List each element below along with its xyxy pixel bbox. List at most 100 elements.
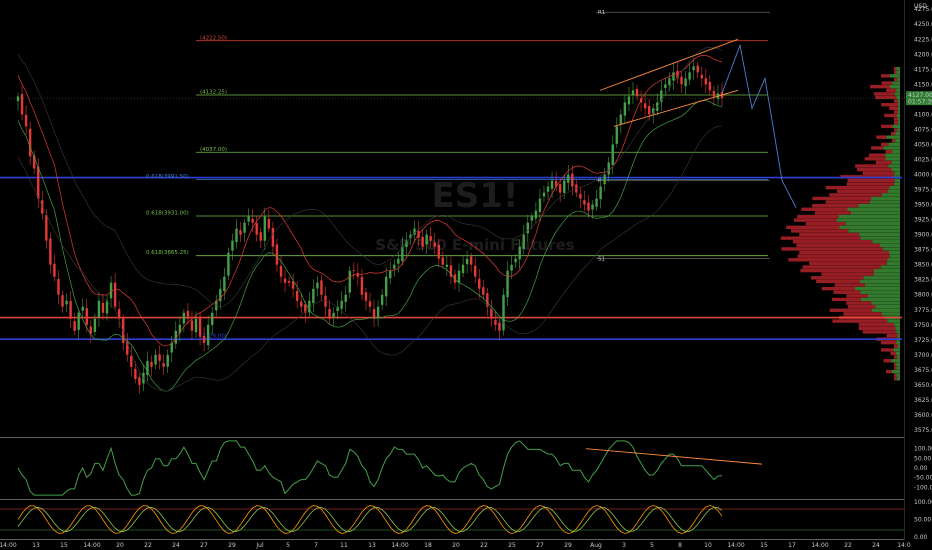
time-tick-label: 13 bbox=[32, 542, 40, 549]
volume-profile-bar bbox=[886, 333, 898, 338]
candle-body bbox=[202, 336, 206, 343]
volume-profile-bar bbox=[897, 113, 900, 118]
volume-profile-bar bbox=[893, 348, 900, 352]
time-tick-label: 29 bbox=[564, 542, 572, 549]
volume-profile-bar bbox=[888, 164, 900, 168]
volume-profile-bar bbox=[894, 322, 900, 327]
candle-body bbox=[344, 294, 347, 302]
volume-profile-bar bbox=[880, 124, 893, 129]
time-tick-label: 15 bbox=[60, 542, 68, 549]
candle-body bbox=[211, 312, 214, 325]
volume-profile-bar bbox=[881, 348, 894, 352]
volume-profile-bar bbox=[851, 211, 900, 215]
candle-body bbox=[65, 300, 68, 305]
volume-profile-bar bbox=[843, 312, 882, 316]
volume-profile-bar bbox=[796, 243, 880, 248]
volume-profile-bar bbox=[896, 88, 900, 92]
volume-profile-bar bbox=[895, 139, 900, 143]
price-tick-label: 4200.00 bbox=[914, 51, 932, 58]
volume-profile-bar bbox=[897, 77, 900, 82]
candle-body bbox=[635, 88, 639, 97]
candle-body bbox=[550, 180, 554, 189]
volume-profile-bar bbox=[885, 157, 900, 161]
volume-profile-bar bbox=[887, 189, 900, 193]
candle-body bbox=[117, 309, 121, 319]
volume-profile-bar bbox=[814, 211, 852, 215]
candle-body bbox=[69, 301, 72, 319]
volume-profile-bar bbox=[859, 232, 900, 237]
volume-profile-bar bbox=[846, 301, 872, 305]
price-tick-label: 4175.00 bbox=[914, 66, 932, 73]
candle-body bbox=[380, 294, 384, 305]
volume-profile-bar bbox=[894, 171, 900, 175]
price-tick-label: 3700.00 bbox=[914, 352, 932, 359]
candle-body bbox=[49, 238, 52, 265]
candle-body bbox=[279, 265, 283, 277]
volume-profile-bar bbox=[881, 74, 890, 78]
candle-body bbox=[332, 312, 335, 318]
candle-body bbox=[190, 320, 194, 331]
price-tick-label: 3950.00 bbox=[914, 202, 932, 209]
candle-body bbox=[61, 295, 64, 307]
volume-profile-bar bbox=[896, 70, 900, 74]
volume-profile-bar bbox=[889, 185, 900, 190]
level-label: 0.618(3931.00) bbox=[146, 210, 189, 216]
volume-profile-bar bbox=[892, 81, 900, 85]
volume-profile-bar bbox=[887, 258, 900, 262]
volume-profile-bar bbox=[896, 366, 900, 370]
time-tick-label: 14:00 bbox=[811, 542, 828, 549]
candle-body bbox=[28, 128, 32, 157]
candle-body bbox=[219, 288, 222, 302]
price-tick-label: 3650.00 bbox=[914, 382, 932, 389]
volume-profile-bar bbox=[797, 254, 890, 258]
candle-body bbox=[316, 282, 319, 289]
candle-body bbox=[182, 312, 186, 324]
volume-profile-bar bbox=[892, 124, 900, 129]
candle-body bbox=[368, 301, 372, 307]
candle-body bbox=[134, 368, 137, 379]
volume-profile-bar bbox=[894, 117, 898, 121]
time-tick-label: 27 bbox=[200, 542, 208, 549]
volume-profile-bar bbox=[886, 135, 900, 139]
time-tick-label: 14:00 bbox=[83, 542, 100, 549]
volume-profile-bar bbox=[897, 128, 900, 132]
volume-profile-bar bbox=[898, 99, 900, 103]
candle-body bbox=[546, 186, 550, 192]
time-tick-label: 29 bbox=[228, 542, 236, 549]
candle-body bbox=[623, 102, 627, 116]
candle-body bbox=[93, 318, 97, 332]
candle-body bbox=[364, 292, 368, 301]
candle-body bbox=[223, 276, 226, 292]
candle-body bbox=[538, 198, 542, 212]
candle-body bbox=[441, 257, 445, 265]
candle-body bbox=[672, 72, 675, 81]
candle-body bbox=[243, 222, 246, 233]
candle-body bbox=[376, 306, 380, 318]
volume-profile-bar bbox=[845, 222, 900, 226]
volume-profile-bar bbox=[889, 106, 898, 110]
candle-body bbox=[619, 114, 623, 125]
volume-profile-bar bbox=[848, 229, 900, 233]
candle-body bbox=[348, 270, 351, 293]
price-tick-label: 3675.00 bbox=[914, 367, 932, 374]
volume-profile-bar bbox=[894, 99, 898, 103]
time-tick-label: 13 bbox=[368, 542, 376, 549]
candle-body bbox=[239, 230, 242, 235]
candle-body bbox=[688, 72, 691, 80]
candle-body bbox=[627, 96, 631, 105]
candle-body bbox=[611, 144, 614, 165]
candle-body bbox=[692, 66, 695, 71]
volume-profile-bar bbox=[839, 225, 900, 230]
price-tick-label: 4000.00 bbox=[914, 172, 932, 179]
volume-profile-bar bbox=[810, 276, 864, 280]
candle-body bbox=[591, 204, 594, 210]
volume-profile-bar bbox=[894, 362, 897, 367]
osc1-tick-label: 0.00 bbox=[914, 465, 928, 472]
pivot-label: S1 bbox=[598, 257, 605, 263]
volume-profile-bar bbox=[859, 279, 900, 284]
volume-profile-bar bbox=[891, 160, 900, 165]
chart-canvas[interactable]: ES1! S&P 500 E-mini Futures (4222.50) (4132… bbox=[0, 0, 932, 550]
volume-profile-bar bbox=[891, 131, 896, 136]
time-tick-label: 22 bbox=[844, 542, 852, 549]
volume-profile-bar bbox=[894, 355, 898, 359]
